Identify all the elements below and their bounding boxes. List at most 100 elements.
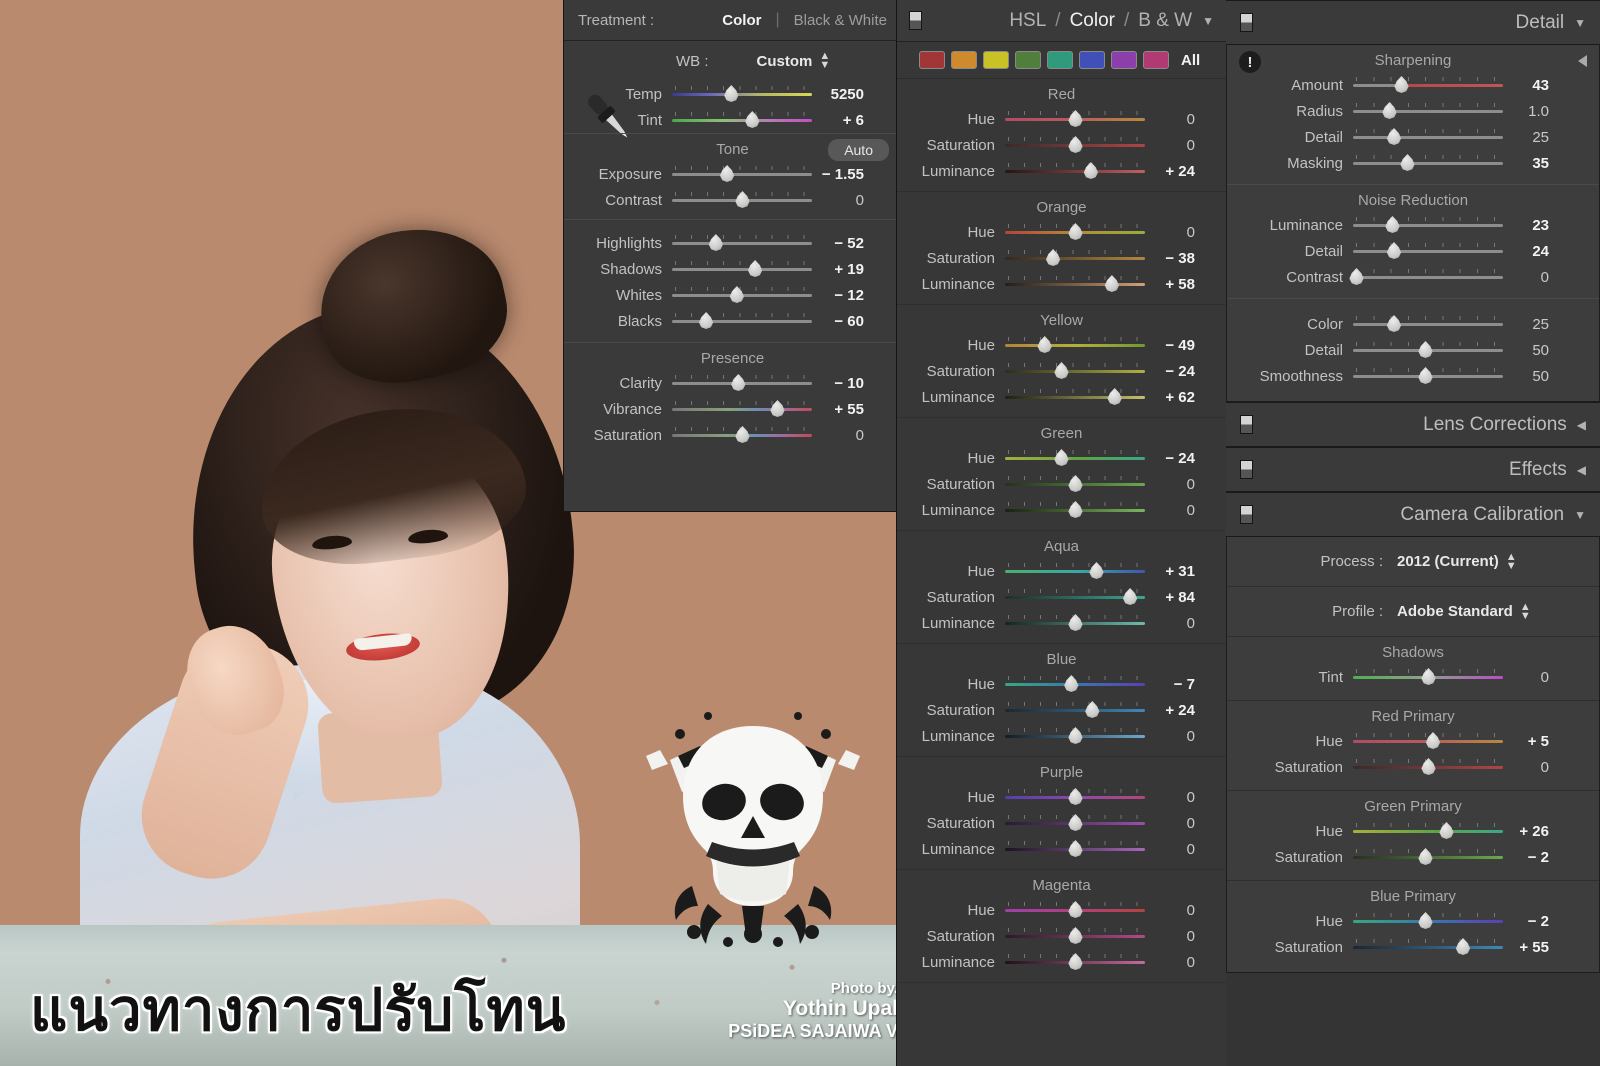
slider-row[interactable]: Saturation + 55 [1227, 934, 1599, 960]
process-value[interactable]: 2012 (Current) [1397, 553, 1499, 570]
swatch-all-button[interactable]: All [1181, 52, 1200, 69]
slider-row[interactable]: Hue − 2 [1227, 908, 1599, 934]
detail-chevron-down-icon[interactable]: ▼ [1574, 16, 1586, 30]
slider-track-detail[interactable] [1353, 241, 1503, 261]
slider-track-saturation[interactable] [1005, 361, 1145, 381]
slider-value[interactable]: 0 [1145, 954, 1207, 971]
slider-row[interactable]: Luminance 0 [897, 497, 1226, 523]
slider-track-temp[interactable] [672, 84, 812, 104]
slider-value[interactable]: 0 [1145, 928, 1207, 945]
slider-row[interactable]: Hue + 31 [897, 558, 1226, 584]
slider-value[interactable]: + 24 [1145, 702, 1207, 719]
slider-value[interactable]: 0 [1145, 615, 1207, 632]
wb-stepper-icon[interactable]: ▲ ▼ [819, 51, 830, 71]
slider-value[interactable]: 25 [1503, 316, 1563, 333]
slider-row[interactable]: Saturation 0 [897, 132, 1226, 158]
slider-track-shadows[interactable] [672, 259, 812, 279]
calibration-chevron-down-icon[interactable]: ▼ [1574, 508, 1586, 522]
slider-value[interactable]: − 60 [812, 313, 874, 330]
slider-track-saturation[interactable] [1005, 926, 1145, 946]
slider-track-hue[interactable] [1353, 821, 1503, 841]
slider-value[interactable]: 1.0 [1503, 103, 1563, 120]
slider-value[interactable]: 25 [1503, 129, 1563, 146]
slider-row[interactable]: Luminance 23 [1227, 212, 1599, 238]
slider-value[interactable]: 35 [1503, 155, 1563, 172]
slider-value[interactable]: + 6 [812, 112, 874, 129]
slider-track-detail[interactable] [1353, 127, 1503, 147]
slider-row[interactable]: Hue − 49 [897, 332, 1226, 358]
slider-track-color[interactable] [1353, 314, 1503, 334]
slider-track-clarity[interactable] [672, 373, 812, 393]
tab-hsl[interactable]: HSL [1009, 10, 1046, 32]
slider-track-amount[interactable] [1353, 75, 1503, 95]
slider-track-saturation[interactable] [1005, 474, 1145, 494]
slider-value[interactable]: − 24 [1145, 363, 1207, 380]
slider-track-radius[interactable] [1353, 101, 1503, 121]
slider-row[interactable]: Detail 25 [1227, 124, 1599, 150]
slider-value[interactable]: − 10 [812, 375, 874, 392]
slider-track-exposure[interactable] [672, 164, 812, 184]
slider-row[interactable]: Hue 0 [897, 106, 1226, 132]
slider-track-saturation[interactable] [1005, 813, 1145, 833]
tab-bw[interactable]: B & W [1138, 10, 1192, 32]
process-row[interactable]: Process : 2012 (Current) ▲ ▼ [1227, 537, 1599, 587]
detail-switch-icon[interactable] [1240, 13, 1253, 32]
warning-icon[interactable]: ! [1239, 51, 1261, 73]
slider-row[interactable]: Luminance + 62 [897, 384, 1226, 410]
slider-track-saturation[interactable] [1353, 757, 1503, 777]
effects-switch-icon[interactable] [1240, 460, 1253, 479]
slider-value[interactable]: 0 [812, 192, 874, 209]
color-swatch-1[interactable] [951, 51, 977, 69]
slider-track-hue[interactable] [1005, 674, 1145, 694]
slider-value[interactable]: 0 [1145, 137, 1207, 154]
slider-row[interactable]: Vibrance + 55 [564, 396, 901, 422]
slider-track-hue[interactable] [1005, 448, 1145, 468]
slider-row[interactable]: Saturation − 24 [897, 358, 1226, 384]
slider-track-hue[interactable] [1005, 561, 1145, 581]
white-balance-row[interactable]: WB : Custom ▲ ▼ [564, 41, 901, 81]
slider-value[interactable]: + 19 [812, 261, 874, 278]
effects-collapse-icon[interactable]: ◀ [1577, 463, 1586, 477]
slider-value[interactable]: 0 [1145, 902, 1207, 919]
slider-row[interactable]: Whites − 12 [564, 282, 901, 308]
effects-header[interactable]: Effects ◀ [1226, 447, 1600, 492]
slider-row[interactable]: Contrast 0 [1227, 264, 1599, 290]
treatment-bw-option[interactable]: Black & White [794, 12, 887, 29]
slider-track-hue[interactable] [1005, 787, 1145, 807]
slider-row[interactable]: Luminance 0 [897, 949, 1226, 975]
slider-value[interactable]: 50 [1503, 368, 1563, 385]
profile-row[interactable]: Profile : Adobe Standard ▲ ▼ [1227, 587, 1599, 637]
slider-value[interactable]: 23 [1503, 217, 1563, 234]
slider-track-saturation[interactable] [1353, 937, 1503, 957]
slider-row[interactable]: Luminance 0 [897, 610, 1226, 636]
slider-value[interactable]: − 7 [1145, 676, 1207, 693]
slider-value[interactable]: 0 [1503, 269, 1563, 286]
lens-collapse-icon[interactable]: ◀ [1577, 418, 1586, 432]
slider-value[interactable]: − 38 [1145, 250, 1207, 267]
color-swatch-6[interactable] [1111, 51, 1137, 69]
process-stepper-icon[interactable]: ▲ ▼ [1506, 551, 1517, 571]
slider-track-saturation[interactable] [1005, 587, 1145, 607]
slider-row[interactable]: Color 25 [1227, 311, 1599, 337]
slider-row[interactable]: Hue − 7 [897, 671, 1226, 697]
slider-track-tint[interactable] [1353, 667, 1503, 687]
color-swatch-5[interactable] [1079, 51, 1105, 69]
slider-value[interactable]: 0 [1145, 841, 1207, 858]
slider-track-hue[interactable] [1353, 731, 1503, 751]
slider-value[interactable]: − 2 [1503, 913, 1563, 930]
slider-row[interactable]: Luminance + 24 [897, 158, 1226, 184]
hsl-panel-header[interactable]: HSL / Color / B & W ▼ [897, 0, 1226, 42]
slider-value[interactable]: + 26 [1503, 823, 1563, 840]
slider-track-saturation[interactable] [1353, 847, 1503, 867]
slider-row[interactable]: Luminance + 58 [897, 271, 1226, 297]
slider-value[interactable]: − 12 [812, 287, 874, 304]
slider-row[interactable]: Luminance 0 [897, 836, 1226, 862]
slider-track-luminance[interactable] [1005, 839, 1145, 859]
slider-row[interactable]: Masking 35 [1227, 150, 1599, 176]
wb-value[interactable]: Custom [757, 53, 813, 70]
slider-track-highlights[interactable] [672, 233, 812, 253]
panel-switch-icon[interactable] [909, 11, 922, 30]
slider-track-luminance[interactable] [1005, 952, 1145, 972]
slider-track-hue[interactable] [1005, 109, 1145, 129]
slider-row[interactable]: Blacks − 60 [564, 308, 901, 334]
